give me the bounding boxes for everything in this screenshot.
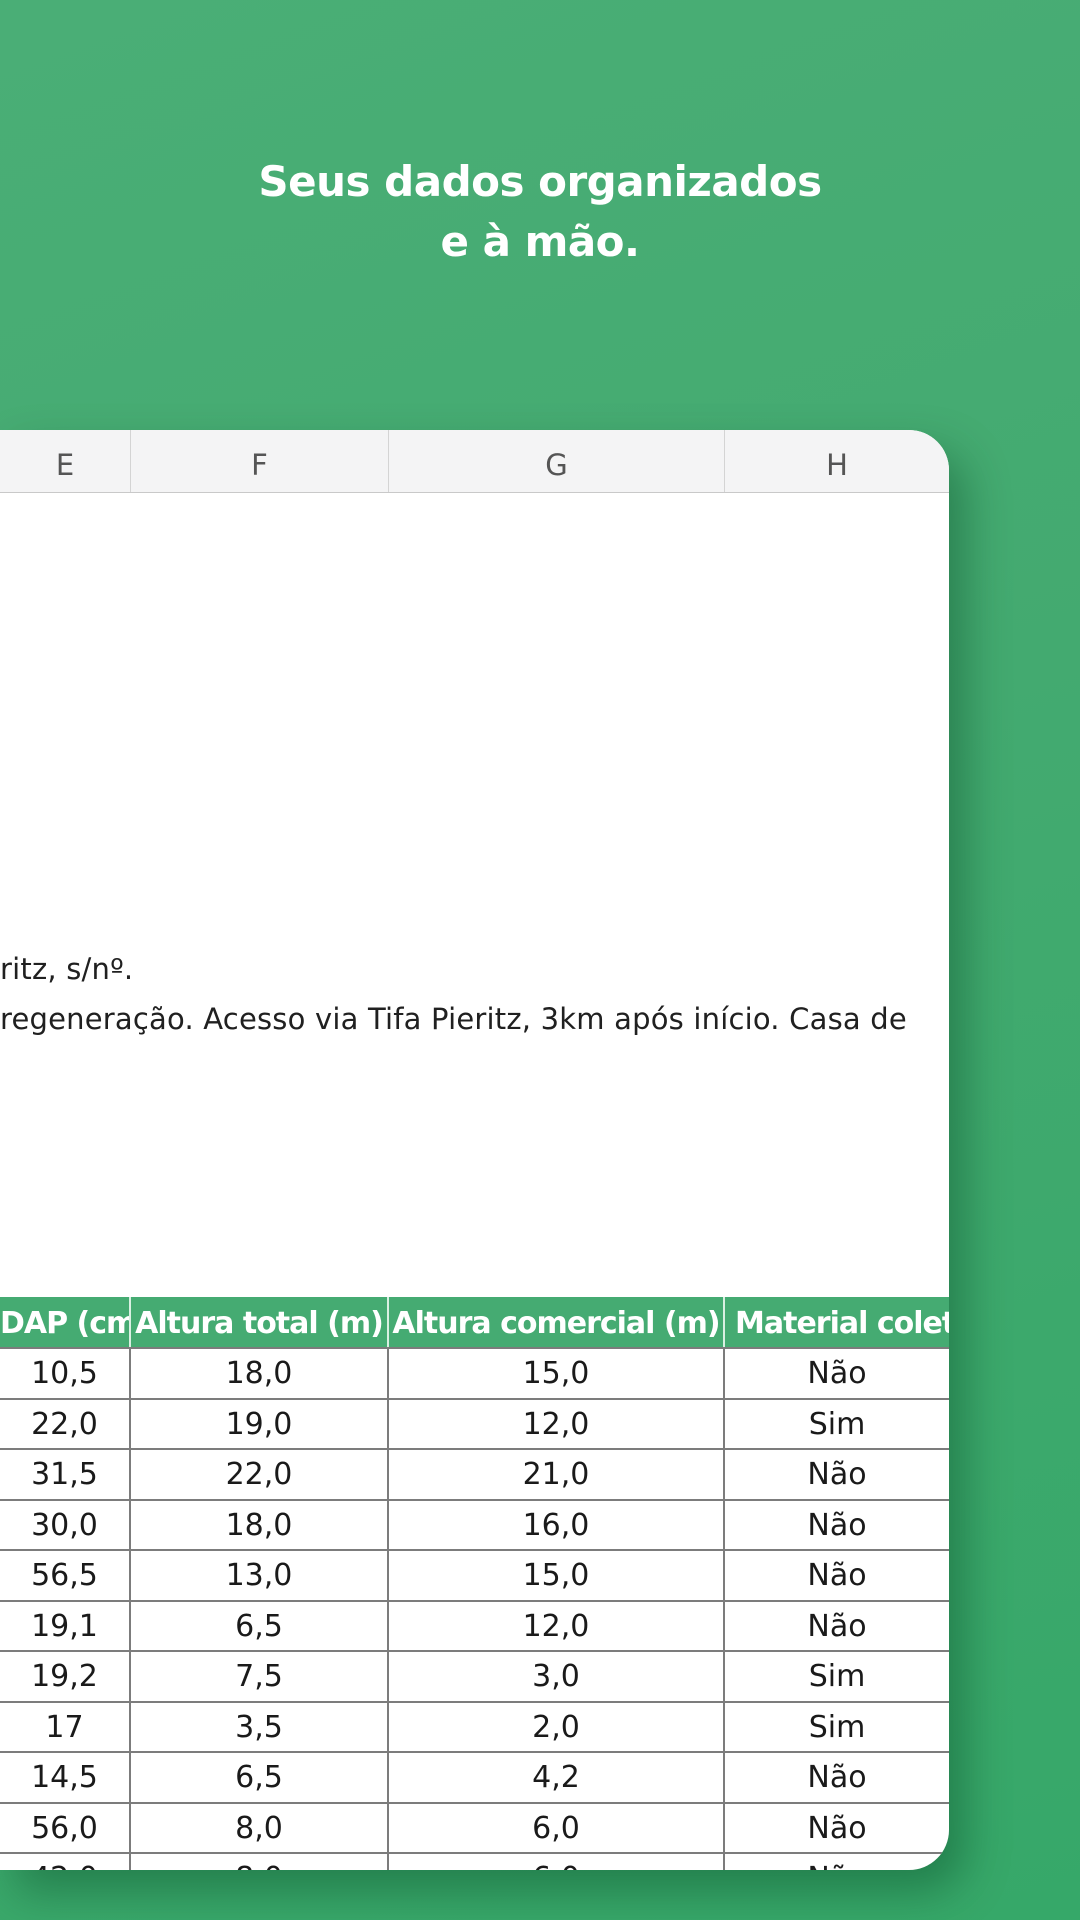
description-cell[interactable]: regeneração. Acesso via Tifa Pieritz, 3k…: [0, 1002, 907, 1036]
cell-altura-total[interactable]: 13,0: [131, 1551, 389, 1600]
table-row: 14,5 6,5 4,2 Não: [0, 1753, 949, 1804]
table-row: 10,5 18,0 15,0 Não: [0, 1349, 949, 1400]
cell-altura-comercial[interactable]: 2,0: [389, 1702, 725, 1751]
header-altura-total[interactable]: Altura total (m): [131, 1297, 389, 1347]
table-row: 56,5 13,0 15,0 Não: [0, 1551, 949, 1602]
cell-altura-comercial[interactable]: 16,0: [389, 1500, 725, 1549]
cell-altura-comercial[interactable]: 3,0: [389, 1652, 725, 1701]
cell-dap[interactable]: 14,5: [0, 1753, 131, 1802]
cell-dap[interactable]: 17: [0, 1702, 131, 1751]
cell-dap[interactable]: 56,0: [0, 1803, 131, 1852]
table-row: 17 3,5 2,0 Sim: [0, 1702, 949, 1753]
cell-altura-comercial[interactable]: 4,2: [389, 1753, 725, 1802]
cell-dap[interactable]: 22,0: [0, 1399, 131, 1448]
cell-material-coletado[interactable]: Não: [725, 1501, 949, 1550]
cell-altura-comercial[interactable]: 21,0: [389, 1450, 725, 1499]
cell-material-coletado[interactable]: Não: [725, 1602, 949, 1651]
table-row: 30,0 18,0 16,0 Não: [0, 1500, 949, 1551]
cell-material-coletado[interactable]: Não: [725, 1349, 949, 1398]
table-row: 19,1 6,5 12,0 Não: [0, 1601, 949, 1652]
cell-material-coletado[interactable]: Sim: [725, 1400, 949, 1449]
header-material-coletado[interactable]: Material colet: [725, 1297, 949, 1347]
table-row: 42,08,06,0Não: [0, 1854, 949, 1870]
cell-altura-total[interactable]: 8,0: [131, 1854, 389, 1870]
cell-dap[interactable]: 56,5: [0, 1551, 131, 1600]
cell-dap[interactable]: 31,5: [0, 1450, 131, 1499]
cell-altura-comercial[interactable]: 15,0: [389, 1349, 725, 1398]
cell-altura-total[interactable]: 7,5: [131, 1652, 389, 1701]
cell-altura-total[interactable]: 22,0: [131, 1450, 389, 1499]
cell-altura-total[interactable]: 19,0: [131, 1399, 389, 1448]
cell-altura-total[interactable]: 6,5: [131, 1601, 389, 1650]
table-row: 31,5 22,0 21,0 Não: [0, 1450, 949, 1501]
cell-material-coletado[interactable]: Não: [725, 1753, 949, 1802]
column-header-bar: E F G H: [0, 430, 949, 493]
cell-altura-comercial[interactable]: 6,0: [389, 1854, 725, 1870]
table-header-row: DAP (cm) Altura total (m) Altura comerci…: [0, 1297, 949, 1349]
column-header-e[interactable]: E: [0, 430, 131, 492]
table-row: 19,2 7,5 3,0 Sim: [0, 1652, 949, 1703]
data-table: DAP (cm) Altura total (m) Altura comerci…: [0, 1297, 949, 1870]
cell-altura-comercial[interactable]: 12,0: [389, 1601, 725, 1650]
table-row: 56,0 8,0 6,0 Não: [0, 1803, 949, 1854]
cell-altura-comercial[interactable]: 15,0: [389, 1551, 725, 1600]
cell-altura-total[interactable]: 18,0: [131, 1500, 389, 1549]
column-header-g[interactable]: G: [389, 430, 725, 492]
header-altura-comercial[interactable]: Altura comercial (m): [389, 1297, 725, 1347]
column-header-h[interactable]: H: [725, 430, 949, 492]
column-header-f[interactable]: F: [131, 430, 389, 492]
cell-material-coletado[interactable]: Sim: [725, 1652, 949, 1701]
cell-altura-total[interactable]: 8,0: [131, 1803, 389, 1852]
headline: Seus dados organizados e à mão.: [0, 152, 1080, 272]
headline-line-1: Seus dados organizados: [258, 157, 822, 206]
headline-line-2: e à mão.: [440, 217, 641, 266]
cell-dap[interactable]: 19,1: [0, 1601, 131, 1650]
table-body: 10,5 18,0 15,0 Não 22,0 19,0 12,0 Sim 31,5 22,0 21…: [0, 1349, 949, 1870]
header-dap[interactable]: DAP (cm): [0, 1297, 131, 1347]
table-row: 22,0 19,0 12,0 Sim: [0, 1399, 949, 1450]
cell-material-coletado[interactable]: Sim: [725, 1703, 949, 1752]
address-cell[interactable]: ritz, s/nº.: [0, 952, 133, 986]
cell-altura-total[interactable]: 18,0: [131, 1349, 389, 1398]
cell-altura-total[interactable]: 3,5: [131, 1702, 389, 1751]
cell-altura-total[interactable]: 6,5: [131, 1753, 389, 1802]
cell-dap[interactable]: 10,5: [0, 1349, 131, 1398]
cell-dap[interactable]: 42,0: [0, 1854, 131, 1870]
cell-material-coletado[interactable]: Não: [725, 1804, 949, 1853]
cell-dap[interactable]: 30,0: [0, 1500, 131, 1549]
cell-altura-comercial[interactable]: 6,0: [389, 1803, 725, 1852]
cell-material-coletado[interactable]: Não: [725, 1854, 949, 1870]
cell-dap[interactable]: 19,2: [0, 1652, 131, 1701]
cell-material-coletado[interactable]: Não: [725, 1551, 949, 1600]
cell-material-coletado[interactable]: Não: [725, 1450, 949, 1499]
cell-altura-comercial[interactable]: 12,0: [389, 1399, 725, 1448]
spreadsheet-preview: E F G H ritz, s/nº. regeneração. Acesso …: [0, 430, 949, 1870]
